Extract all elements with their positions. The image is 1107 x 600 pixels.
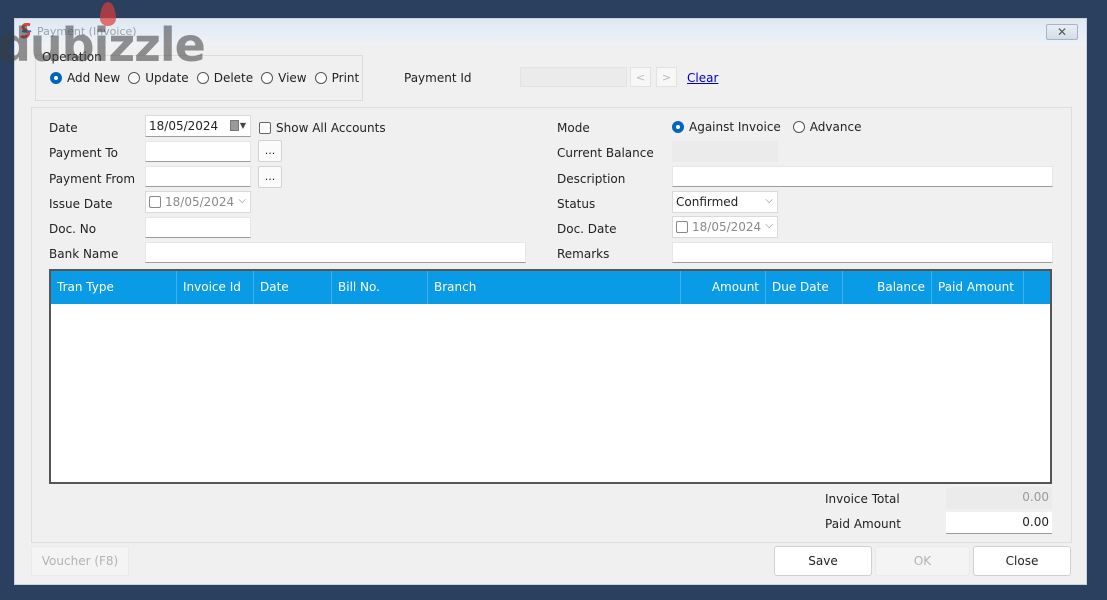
column-header-branch[interactable]: Branch [428, 271, 681, 304]
radio-delete[interactable]: Delete [196, 71, 254, 85]
column-header-balance[interactable]: Balance [843, 271, 932, 304]
date-value: 18/05/2024 [149, 119, 219, 133]
status-label: Status [557, 197, 596, 211]
issue-date-checkbox[interactable] [149, 196, 161, 208]
close-icon: ✕ [1056, 25, 1068, 39]
status-select[interactable]: Confirmed ⌵ [672, 191, 778, 213]
current-balance-label: Current Balance [557, 146, 654, 160]
grid-body [51, 304, 1050, 482]
radio-indicator [196, 72, 209, 84]
mode-radio-group: Against Invoice Advance [672, 120, 861, 134]
bank-name-input[interactable] [145, 242, 526, 263]
voucher-button[interactable]: Voucher (F8) [31, 546, 129, 576]
issue-date-picker[interactable]: 18/05/2024 ⌵ [145, 191, 251, 213]
radio-indicator [50, 72, 62, 84]
invoice-total-label: Invoice Total [825, 492, 900, 506]
chevron-left-icon: < [635, 70, 646, 84]
remarks-label: Remarks [557, 247, 610, 261]
ellipsis-icon: ... [264, 170, 276, 183]
radio-label: Delete [213, 71, 254, 85]
ok-button[interactable]: OK [875, 546, 970, 576]
grid-header: Tran Type Invoice Id Date Bill No. Branc… [51, 271, 1050, 304]
doc-date-checkbox[interactable] [676, 221, 688, 233]
radio-label: View [278, 71, 307, 85]
payment-from-browse-button[interactable]: ... [258, 166, 282, 188]
radio-label: Update [145, 71, 189, 85]
payment-id-input[interactable] [520, 67, 627, 87]
prev-payment-button[interactable]: < [630, 67, 651, 87]
checkbox-box [259, 122, 271, 134]
description-input[interactable] [672, 166, 1053, 187]
operation-group: Operation Add New Update Delete View Pri… [35, 50, 363, 101]
radio-indicator [792, 121, 805, 133]
chevron-right-icon: > [661, 70, 672, 84]
doc-no-input[interactable] [145, 217, 251, 238]
paid-amount-input[interactable]: 0.00 [946, 512, 1052, 534]
mode-label: Mode [557, 121, 590, 135]
current-balance-value [672, 141, 778, 162]
column-header-due-date[interactable]: Due Date [766, 271, 843, 304]
invoice-grid[interactable]: Tran Type Invoice Id Date Bill No. Branc… [49, 269, 1052, 484]
radio-label: Add New [67, 71, 121, 85]
title-bar: Payment (Invoice) ✕ [15, 19, 1086, 45]
next-payment-button[interactable]: > [656, 67, 677, 87]
checkbox-label: Show All Accounts [276, 121, 386, 135]
radio-view[interactable]: View [261, 71, 307, 85]
payment-id-label: Payment Id [404, 71, 472, 85]
radio-add-new[interactable]: Add New [50, 71, 120, 85]
chevron-down-icon: ⌵ [765, 195, 773, 206]
app-logo-icon [19, 23, 32, 39]
column-header-bill-no[interactable]: Bill No. [332, 271, 428, 304]
window-title: Payment (Invoice) [37, 25, 137, 38]
ellipsis-icon: ... [264, 144, 276, 157]
doc-no-label: Doc. No [49, 222, 97, 236]
date-picker[interactable]: 18/05/2024 ▼ [145, 115, 251, 137]
radio-indicator [314, 72, 327, 84]
doc-date-value: 18/05/2024 [692, 220, 762, 234]
column-header-tran-type[interactable]: Tran Type [51, 271, 177, 304]
date-label: Date [49, 121, 78, 135]
payment-to-input[interactable] [145, 141, 251, 162]
radio-label: Against Invoice [689, 120, 781, 134]
operation-legend: Operation [40, 50, 104, 64]
status-value: Confirmed [676, 195, 739, 209]
radio-label: Advance [809, 120, 862, 134]
paid-amount-label: Paid Amount [825, 517, 901, 531]
radio-against-invoice[interactable]: Against Invoice [672, 120, 781, 134]
description-label: Description [557, 172, 626, 186]
close-button[interactable]: Close [973, 546, 1071, 576]
radio-print[interactable]: Print [314, 71, 360, 85]
radio-advance[interactable]: Advance [792, 120, 862, 134]
calendar-icon: ▼ [229, 120, 246, 131]
column-header-paid-amount[interactable]: Paid Amount [932, 271, 1024, 304]
show-all-accounts-checkbox[interactable]: Show All Accounts [259, 121, 386, 135]
column-header-invoice-id[interactable]: Invoice Id [177, 271, 254, 304]
radio-label: Print [331, 71, 360, 85]
payment-to-browse-button[interactable]: ... [258, 140, 282, 162]
window-close-button[interactable]: ✕ [1046, 24, 1078, 40]
bank-name-label: Bank Name [49, 247, 119, 261]
issue-date-value: 18/05/2024 [165, 195, 235, 209]
doc-date-label: Doc. Date [557, 222, 617, 236]
payment-from-input[interactable] [145, 166, 251, 187]
payment-to-label: Payment To [49, 146, 118, 160]
radio-indicator [128, 72, 141, 84]
radio-indicator [261, 72, 274, 84]
chevron-down-icon: ⌵ [238, 195, 246, 206]
column-header-amount[interactable]: Amount [681, 271, 766, 304]
payment-invoice-window: Payment (Invoice) ✕ Operation Add New Up… [14, 18, 1087, 585]
invoice-total-value: 0.00 [946, 487, 1052, 509]
doc-date-picker[interactable]: 18/05/2024 ⌵ [672, 216, 778, 238]
remarks-input[interactable] [672, 242, 1053, 263]
save-button[interactable]: Save [774, 546, 872, 576]
clear-link[interactable]: Clear [687, 71, 718, 85]
radio-update[interactable]: Update [128, 71, 189, 85]
issue-date-label: Issue Date [49, 197, 113, 211]
column-header-date[interactable]: Date [254, 271, 332, 304]
payment-from-label: Payment From [49, 172, 136, 186]
chevron-down-icon: ⌵ [765, 220, 773, 231]
radio-indicator [672, 121, 684, 133]
